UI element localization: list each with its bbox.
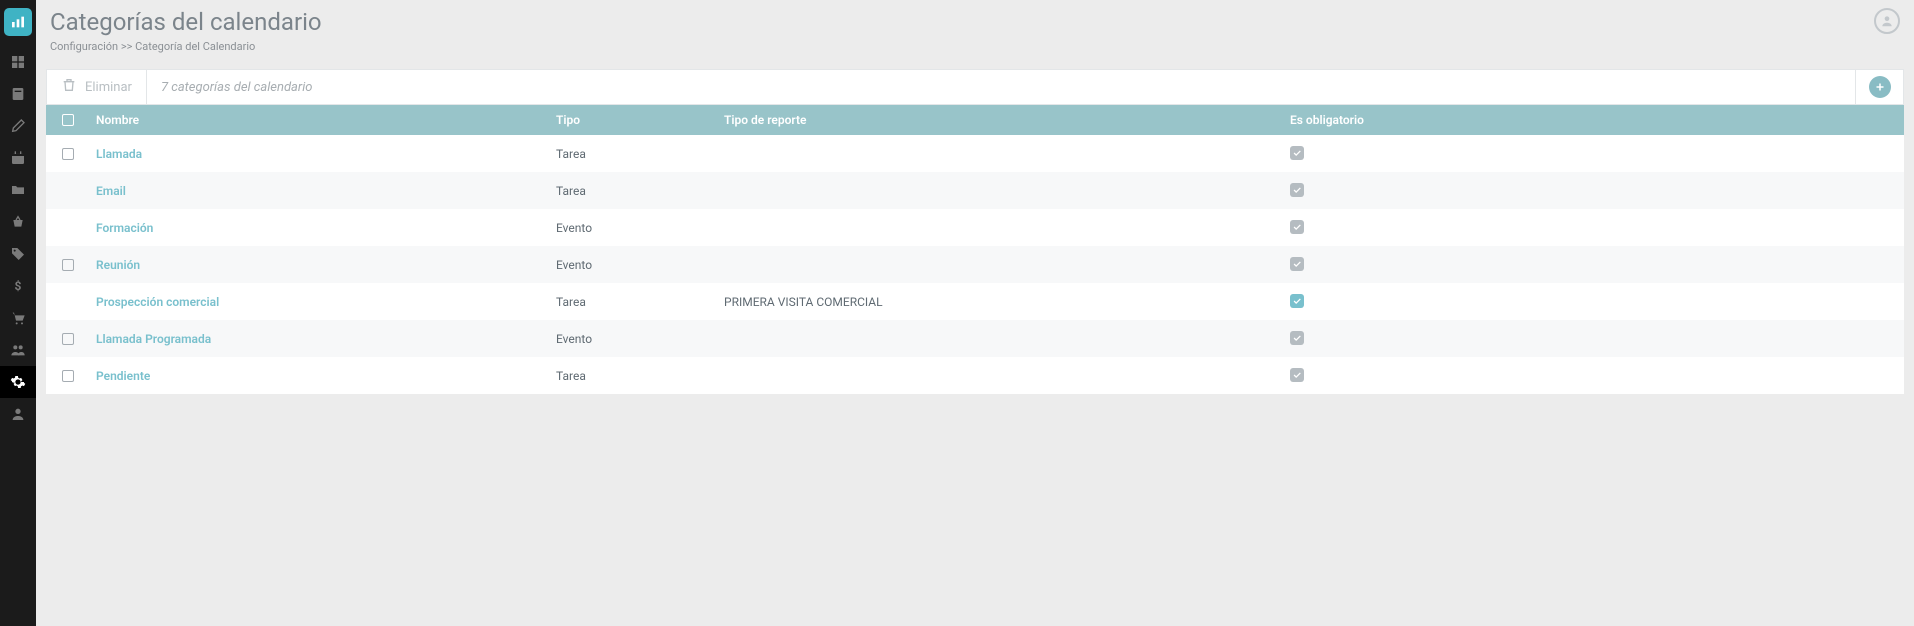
trash-icon [61, 77, 77, 97]
table-row: Llamada Tarea [46, 135, 1904, 172]
main-content: Categorías del calendario Configuración … [36, 0, 1914, 626]
svg-text:$: $ [15, 279, 22, 293]
cell-mandatory [1284, 183, 1584, 198]
th-mandatory[interactable]: Es obligatorio [1284, 113, 1584, 127]
cell-type: Tarea [550, 295, 718, 309]
table-row: Formación Evento [46, 209, 1904, 246]
nav-cart-icon[interactable] [0, 302, 36, 334]
table-row: Prospección comercial TareaPRIMERA VISITA… [46, 283, 1904, 320]
cell-type: Tarea [550, 147, 718, 161]
cell-type: Evento [550, 221, 718, 235]
cell-name: Prospección comercial [90, 295, 550, 309]
cell-type: Evento [550, 332, 718, 346]
table-header-row: Nombre Tipo Tipo de reporte Es obligator… [46, 105, 1904, 135]
check-icon [1290, 257, 1304, 271]
check-icon [1290, 183, 1304, 197]
cell-report-type: PRIMERA VISITA COMERCIAL [718, 295, 1284, 309]
cell-type: Tarea [550, 184, 718, 198]
table-row: Llamada Programada Evento [46, 320, 1904, 357]
nav-activities-icon[interactable] [0, 78, 36, 110]
page-title: Categorías del calendario [50, 8, 322, 36]
cell-mandatory [1284, 146, 1584, 161]
cell-name: Llamada Programada [90, 332, 550, 346]
nav-basket-icon[interactable] [0, 206, 36, 238]
user-avatar-icon[interactable] [1874, 8, 1900, 34]
checkbox-icon [62, 148, 74, 160]
category-link[interactable]: Reunión [96, 258, 140, 272]
cell-type: Evento [550, 258, 718, 272]
nav-users-icon[interactable] [0, 334, 36, 366]
row-select[interactable] [46, 333, 90, 345]
add-button[interactable] [1855, 70, 1903, 104]
delete-button[interactable]: Eliminar [47, 70, 147, 104]
toolbar: Eliminar 7 categorías del calendario [46, 69, 1904, 105]
category-link[interactable]: Pendiente [96, 369, 150, 383]
cell-mandatory [1284, 257, 1584, 272]
th-report-type[interactable]: Tipo de reporte [718, 113, 1284, 127]
cell-mandatory [1284, 368, 1584, 383]
app-logo[interactable] [4, 8, 32, 36]
row-select[interactable] [46, 370, 90, 382]
plus-icon [1869, 76, 1891, 98]
nav-folder-icon[interactable] [0, 174, 36, 206]
checkbox-icon [62, 333, 74, 345]
th-type[interactable]: Tipo [550, 113, 718, 127]
breadcrumb: Configuración >> Categoría del Calendari… [50, 40, 322, 53]
check-icon [1290, 331, 1304, 345]
checkbox-icon [62, 114, 74, 126]
cell-mandatory [1284, 331, 1584, 346]
check-icon [1290, 220, 1304, 234]
nav-money-icon[interactable]: $ [0, 270, 36, 302]
check-icon [1290, 146, 1304, 160]
cell-name: Formación [90, 221, 550, 235]
categories-table: Nombre Tipo Tipo de reporte Es obligator… [46, 105, 1904, 394]
table-row: Email Tarea [46, 172, 1904, 209]
checkbox-icon [62, 370, 74, 382]
cell-type: Tarea [550, 369, 718, 383]
table-row: Pendiente Tarea [46, 357, 1904, 394]
category-link[interactable]: Email [96, 184, 126, 198]
cell-name: Reunión [90, 258, 550, 272]
row-select[interactable] [46, 148, 90, 160]
category-link[interactable]: Formación [96, 221, 153, 235]
th-select-all[interactable] [46, 114, 90, 126]
cell-name: Pendiente [90, 369, 550, 383]
cell-name: Llamada [90, 147, 550, 161]
category-link[interactable]: Llamada [96, 147, 142, 161]
check-icon [1290, 294, 1304, 308]
nav-profile-icon[interactable] [0, 398, 36, 430]
cell-mandatory [1284, 294, 1584, 309]
nav-tag-icon[interactable] [0, 238, 36, 270]
check-icon [1290, 368, 1304, 382]
category-link[interactable]: Prospección comercial [96, 295, 219, 309]
nav-dashboard-icon[interactable] [0, 46, 36, 78]
th-name[interactable]: Nombre [90, 113, 550, 127]
page-header: Categorías del calendario Configuración … [36, 0, 1914, 63]
table-row: Reunión Evento [46, 246, 1904, 283]
nav-notes-icon[interactable] [0, 110, 36, 142]
record-count: 7 categorías del calendario [147, 70, 327, 104]
checkbox-icon [62, 259, 74, 271]
cell-mandatory [1284, 220, 1584, 235]
category-link[interactable]: Llamada Programada [96, 332, 211, 346]
nav-calendar-icon[interactable] [0, 142, 36, 174]
delete-label: Eliminar [85, 80, 132, 95]
nav-settings-icon[interactable] [0, 366, 36, 398]
sidebar: $ [0, 0, 36, 626]
cell-name: Email [90, 184, 550, 198]
row-select[interactable] [46, 259, 90, 271]
